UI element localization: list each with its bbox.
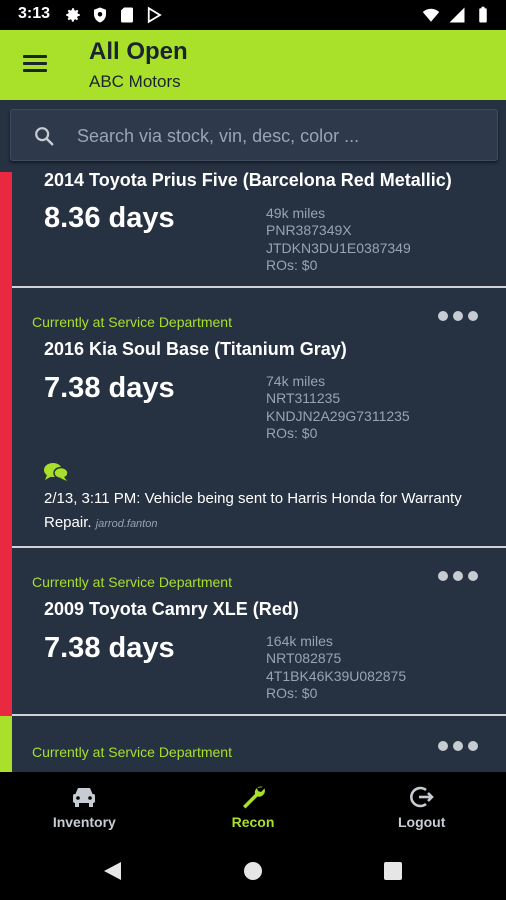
vehicle-vin: KNDJN2A29G7311235 [266,407,410,424]
nav-label: Recon [231,814,275,830]
vehicle-card[interactable]: Currently at Service Department [12,718,506,772]
recon-note: 2/13, 3:11 PM: Vehicle being sent to Har… [44,487,484,536]
vehicle-ros: ROs: $0 [266,684,318,701]
days-in-recon: 7.38 days [44,372,175,404]
search-section [0,100,506,172]
status-bar: 3:13 [0,0,506,30]
vehicle-miles: 49k miles [266,205,326,221]
vehicle-stock: PNR387349X [266,222,352,239]
status-accent-bar [0,286,12,546]
status-icons-right [422,6,492,24]
vehicle-miles: 74k miles [266,373,326,389]
status-accent-bar [0,172,12,286]
more-options-icon[interactable] [438,571,478,583]
vehicle-vin: JTDKN3DU1E0387349 [266,239,411,256]
vehicle-card[interactable]: Currently at Service Department 2009 Toy… [12,548,506,716]
shield-icon [94,7,106,23]
system-navigation [0,840,506,900]
status-icons-left [64,6,163,24]
vehicle-stock: NRT082875 [266,650,342,667]
bottom-navigation: Inventory Recon Logout [0,772,506,840]
nav-recon[interactable]: Recon [169,772,338,840]
vehicle-card[interactable]: Currently at Service Department 2016 Kia… [12,288,506,548]
more-options-icon[interactable] [438,311,478,323]
battery-icon [479,6,487,23]
nav-label: Logout [397,814,446,830]
vehicle-card[interactable]: 2014 Toyota Prius Five (Barcelona Red Me… [12,172,506,288]
days-in-recon: 7.38 days [44,632,175,664]
service-status: Currently at Service Department [32,574,232,590]
recents-icon[interactable] [382,860,404,882]
vehicle-title: 2009 Toyota Camry XLE (Red) [44,599,299,619]
play-store-icon [147,6,162,24]
back-icon[interactable] [101,860,123,882]
search-icon [35,127,54,146]
note-author: jarrod.fanton [95,518,158,530]
vehicle-details: 74k miles NRT311235 KNDJN2A29G7311235 RO… [266,373,410,442]
search-box[interactable] [10,109,498,161]
signal-icon [449,7,465,23]
wrench-icon [243,786,265,809]
nav-inventory[interactable]: Inventory [0,772,169,840]
status-time: 3:13 [18,5,51,22]
car-icon [73,788,96,807]
more-options-icon[interactable] [438,741,478,753]
vehicle-list[interactable]: 2014 Toyota Prius Five (Barcelona Red Me… [0,172,506,772]
vehicle-miles: 164k miles [266,633,333,649]
vehicle-details: 49k miles PNR387349X JTDKN3DU1E0387349 R… [266,205,411,274]
vehicle-ros: ROs: $0 [266,424,318,441]
vehicle-details: 164k miles NRT082875 4T1BK46K39U082875 R… [266,633,406,702]
vehicle-title: 2014 Toyota Prius Five (Barcelona Red Me… [44,172,452,190]
page-title: All Open [89,38,188,65]
nav-label: Inventory [52,814,116,830]
wifi-icon [422,8,440,22]
sd-card-icon [121,7,133,23]
service-status: Currently at Service Department [32,744,232,760]
status-accent-bar [0,716,12,772]
vehicle-vin: 4T1BK46K39U082875 [266,667,407,684]
app-bar: All Open ABC Motors [0,30,506,100]
vehicle-ros: ROs: $0 [266,256,318,273]
logout-icon [409,786,434,808]
service-status: Currently at Service Department [32,314,232,330]
vehicle-title: 2016 Kia Soul Base (Titanium Gray) [44,339,347,359]
hamburger-menu-icon[interactable] [20,53,50,77]
home-icon[interactable] [242,860,264,882]
nav-logout[interactable]: Logout [337,772,506,840]
gear-icon [66,8,80,22]
dealer-name: ABC Motors [89,72,181,91]
vehicle-stock: NRT311235 [266,390,341,407]
status-accent-bar [0,546,12,716]
days-in-recon: 8.36 days [44,202,175,234]
chat-bubbles-icon [44,463,69,481]
search-input[interactable] [77,122,477,150]
